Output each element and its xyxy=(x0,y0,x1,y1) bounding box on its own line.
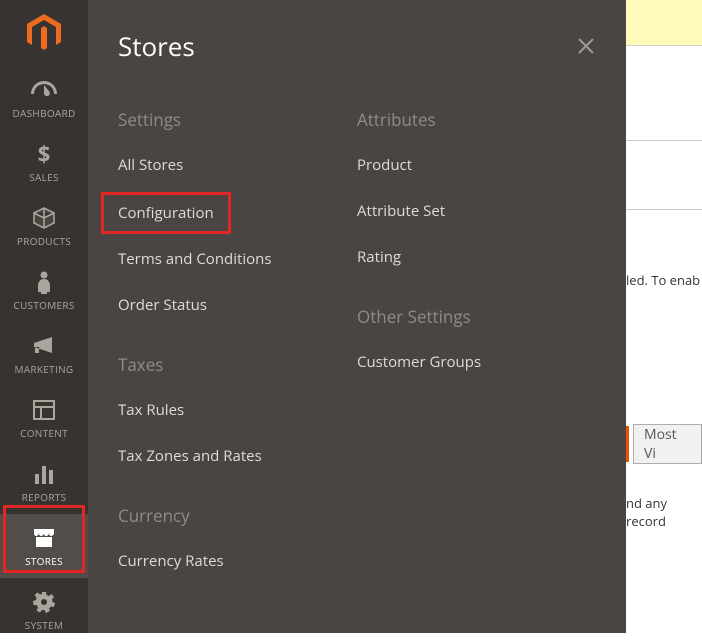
link-order-status[interactable]: Order Status xyxy=(118,295,357,315)
group-title-attributes: Attributes xyxy=(357,108,596,131)
active-tab-indicator xyxy=(626,426,632,462)
nav-label: SYSTEM xyxy=(25,618,63,632)
partial-text-records: nd any record xyxy=(626,494,702,530)
nav-label: MARKETING xyxy=(15,362,74,376)
admin-sidebar: DASHBOARD $ SALES PRODUCTS CUSTOMERS MAR… xyxy=(0,0,88,633)
magento-logo[interactable] xyxy=(27,14,61,52)
link-all-stores[interactable]: All Stores xyxy=(118,155,357,175)
flyout-column-left: Settings All Stores Configuration Terms … xyxy=(118,84,357,597)
link-product[interactable]: Product xyxy=(357,155,596,175)
gear-icon xyxy=(33,590,55,614)
nav-label: PRODUCTS xyxy=(17,234,71,248)
nav-label: CONTENT xyxy=(20,426,68,440)
link-terms-conditions[interactable]: Terms and Conditions xyxy=(118,249,357,269)
nav-label: SALES xyxy=(29,170,59,184)
partial-text-disabled: led. To enab xyxy=(626,271,700,289)
tab-label: Most Vi xyxy=(644,425,691,463)
nav-content[interactable]: CONTENT xyxy=(0,386,88,450)
stores-flyout-panel: Stores Settings All Stores Configuration… xyxy=(88,0,626,633)
group-title-settings: Settings xyxy=(118,108,357,131)
nav-sales[interactable]: $ SALES xyxy=(0,130,88,194)
nav-system[interactable]: SYSTEM xyxy=(0,578,88,642)
nav-stores[interactable]: STORES xyxy=(0,514,88,578)
bar-chart-icon xyxy=(33,462,55,486)
group-title-currency: Currency xyxy=(118,504,357,527)
flyout-title: Stores xyxy=(118,28,195,64)
magento-logo-icon xyxy=(27,14,61,52)
dashboard-icon xyxy=(31,78,57,102)
nav-label: DASHBOARD xyxy=(12,106,75,120)
nav-products[interactable]: PRODUCTS xyxy=(0,194,88,258)
link-tax-zones-rates[interactable]: Tax Zones and Rates xyxy=(118,446,357,466)
content-panel xyxy=(626,140,702,210)
link-attribute-set[interactable]: Attribute Set xyxy=(357,201,596,221)
tab-most-viewed[interactable]: Most Vi xyxy=(633,424,702,464)
flyout-body: Settings All Stores Configuration Terms … xyxy=(88,84,626,597)
nav-customers[interactable]: CUSTOMERS xyxy=(0,258,88,322)
box-icon xyxy=(33,206,55,230)
flyout-header: Stores xyxy=(88,0,626,84)
svg-text:$: $ xyxy=(38,142,51,166)
nav-marketing[interactable]: MARKETING xyxy=(0,322,88,386)
nav-label: STORES xyxy=(25,554,63,568)
dollar-icon: $ xyxy=(37,142,51,166)
layout-icon xyxy=(33,398,55,422)
close-button[interactable] xyxy=(576,36,596,56)
nav-label: CUSTOMERS xyxy=(13,298,74,312)
link-customer-groups[interactable]: Customer Groups xyxy=(357,352,596,372)
nav-label: REPORTS xyxy=(22,490,67,504)
person-icon xyxy=(37,270,51,294)
link-tax-rules[interactable]: Tax Rules xyxy=(118,400,357,420)
notification-bar xyxy=(626,0,702,46)
nav-reports[interactable]: REPORTS xyxy=(0,450,88,514)
megaphone-icon xyxy=(32,334,56,358)
flyout-column-right: Attributes Product Attribute Set Rating … xyxy=(357,84,596,597)
store-icon xyxy=(32,526,56,550)
group-title-other: Other Settings xyxy=(357,305,596,328)
link-rating[interactable]: Rating xyxy=(357,247,596,267)
link-currency-rates[interactable]: Currency Rates xyxy=(118,551,357,571)
content-background xyxy=(626,0,702,633)
link-configuration[interactable]: Configuration xyxy=(101,192,231,234)
close-icon xyxy=(576,36,596,56)
nav-dashboard[interactable]: DASHBOARD xyxy=(0,66,88,130)
group-title-taxes: Taxes xyxy=(118,353,357,376)
